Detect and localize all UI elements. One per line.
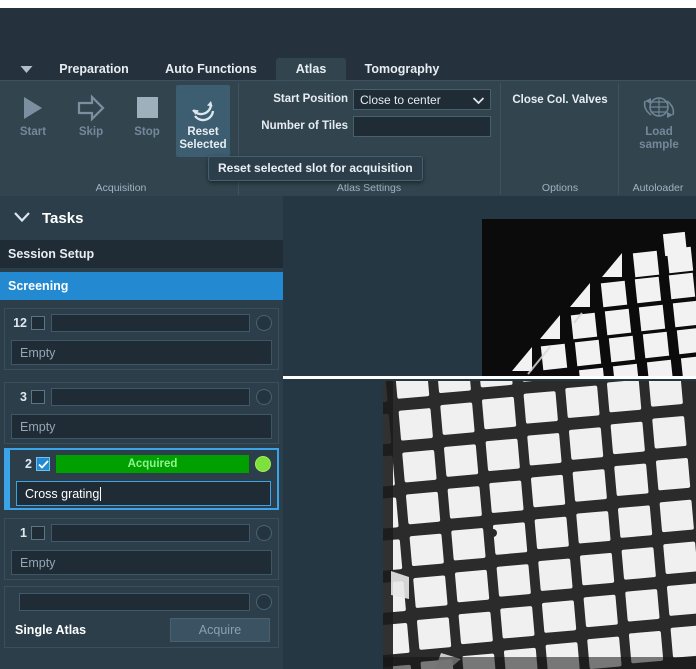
autoloader-group-label: Autoloader [632, 182, 684, 194]
slot-name-input[interactable]: Empty [11, 550, 272, 575]
slot-name-input[interactable]: Empty [11, 340, 272, 365]
cross-grating-tile-image [353, 381, 696, 669]
tasks-panel-header[interactable]: Tasks [0, 196, 283, 240]
slot-name-value: Empty [20, 419, 56, 434]
atlas-overview-pane[interactable] [290, 219, 696, 376]
slot-name-value: Empty [20, 555, 56, 570]
tab-preparation-label: Preparation [59, 62, 129, 76]
tab-atlas-label: Atlas [295, 62, 327, 76]
acquire-button-label: Acquire [198, 623, 242, 637]
reset-selected-label-line2: Selected [179, 139, 227, 151]
text-cursor [100, 486, 102, 501]
stop-button[interactable]: Stop [120, 85, 174, 157]
close-col-valves-button[interactable]: Close Col. Valves [504, 89, 616, 111]
load-sample-button[interactable]: Load sample [630, 85, 688, 157]
tab-auto-functions[interactable]: Auto Functions [150, 58, 272, 80]
cross-grating-pane[interactable] [283, 381, 696, 669]
tab-tomography[interactable]: Tomography [350, 58, 454, 80]
slot-status-bar [51, 314, 250, 332]
ribbon-tabbar: Preparation Auto Functions Atlas Tomogra… [0, 58, 696, 80]
ribbon-separator-2 [500, 83, 501, 195]
tab-tomography-label: Tomography [364, 62, 440, 76]
chevron-down-icon [472, 93, 485, 107]
start-button[interactable]: Start [6, 85, 60, 157]
slot-status-bar [51, 524, 250, 542]
sidebar-item-screening[interactable]: Screening [0, 272, 283, 300]
acquire-button[interactable]: Acquire [170, 618, 270, 642]
tab-auto-functions-label: Auto Functions [165, 62, 257, 76]
skip-button-label: Skip [78, 126, 104, 138]
window-top-strip [0, 0, 696, 8]
ribbon-empty-header-area [0, 8, 696, 58]
slot-checkbox[interactable] [31, 316, 45, 330]
start-button-label: Start [19, 126, 47, 138]
slot-number: 12 [13, 316, 27, 330]
skip-button[interactable]: Skip [64, 85, 118, 157]
single-atlas-label: Single Atlas [15, 623, 87, 637]
skip-arrow-icon [76, 90, 106, 126]
sidebar-item-screening-label: Screening [8, 279, 69, 293]
viewport-splitter[interactable] [283, 376, 696, 379]
slot-checkbox[interactable] [31, 390, 45, 404]
tab-overflow-chevron-down-icon[interactable] [10, 58, 42, 80]
load-sample-icon [642, 90, 676, 126]
ribbon: Preparation Auto Functions Atlas Tomogra… [0, 8, 696, 196]
acquisition-group-label: Acquisition [95, 182, 147, 194]
sidebar-item-session-setup[interactable]: Session Setup [0, 240, 283, 268]
slot-name-value: Empty [20, 345, 56, 360]
atlas-settings-group-label: Atlas Settings [336, 182, 402, 194]
start-position-label: Start Position [273, 93, 348, 105]
tab-atlas[interactable]: Atlas [276, 58, 346, 80]
slot-name-value: Cross grating [25, 486, 100, 501]
close-col-valves-label: Close Col. Valves [512, 94, 608, 106]
main-area: Tasks Session Setup Screening 12 Empty 3… [0, 196, 696, 669]
number-of-tiles-label: Number of Tiles [261, 120, 348, 132]
slot-checkbox[interactable] [31, 526, 45, 540]
load-sample-label-line2: sample [639, 139, 679, 151]
reset-selected-button[interactable]: Reset Selected [176, 85, 230, 157]
slot-status-bar [51, 388, 250, 406]
tasks-panel: Tasks Session Setup Screening 12 Empty 3… [0, 196, 283, 669]
refresh-cycle-icon [188, 90, 218, 126]
slot-name-input[interactable]: Cross grating [16, 481, 271, 506]
slot-name-input[interactable]: Empty [11, 414, 272, 439]
slot-number: 1 [20, 526, 27, 540]
load-sample-label-line1: Load [645, 126, 673, 138]
single-atlas-row: Single Atlas Acquire [4, 586, 279, 648]
image-viewport[interactable] [283, 196, 696, 669]
slot-status-led-icon [255, 456, 271, 472]
start-position-dropdown[interactable]: Close to center [353, 89, 491, 110]
slot-row[interactable]: 1 Empty [4, 518, 279, 580]
reset-selected-tooltip: Reset selected slot for acquisition [208, 156, 423, 181]
slot-status-led-icon [256, 525, 272, 541]
ribbon-separator-3 [618, 83, 619, 195]
slot-row[interactable]: 12 Empty [4, 308, 279, 370]
sidebar-item-session-setup-label: Session Setup [8, 247, 95, 261]
slot-number: 3 [20, 390, 27, 404]
start-position-value: Close to center [360, 92, 441, 107]
atlas-acquisition-window: Preparation Auto Functions Atlas Tomogra… [0, 0, 696, 669]
reset-selected-label-line1: Reset [187, 126, 219, 138]
single-atlas-led-icon [256, 594, 272, 610]
slot-checkbox[interactable] [36, 457, 50, 471]
slot-status-led-icon [256, 389, 272, 405]
slot-status-bar: Acquired [56, 455, 249, 473]
number-of-tiles-value [354, 117, 490, 121]
slot-status-led-icon [256, 315, 272, 331]
tasks-panel-title: Tasks [42, 209, 84, 227]
play-icon [20, 90, 46, 126]
options-group-label: Options [541, 182, 579, 194]
slot-row[interactable]: 3 Empty [4, 382, 279, 444]
slot-row-selected[interactable]: 2 Acquired Cross grating [4, 448, 279, 510]
atlas-overview-image [482, 219, 696, 376]
number-of-tiles-input[interactable] [353, 116, 491, 137]
tab-preparation[interactable]: Preparation [44, 58, 144, 80]
slot-number: 2 [25, 457, 32, 471]
stop-button-label: Stop [134, 126, 160, 138]
stop-square-icon [134, 90, 160, 126]
chevron-down-icon[interactable] [14, 209, 30, 227]
single-atlas-status-bar [19, 593, 250, 611]
